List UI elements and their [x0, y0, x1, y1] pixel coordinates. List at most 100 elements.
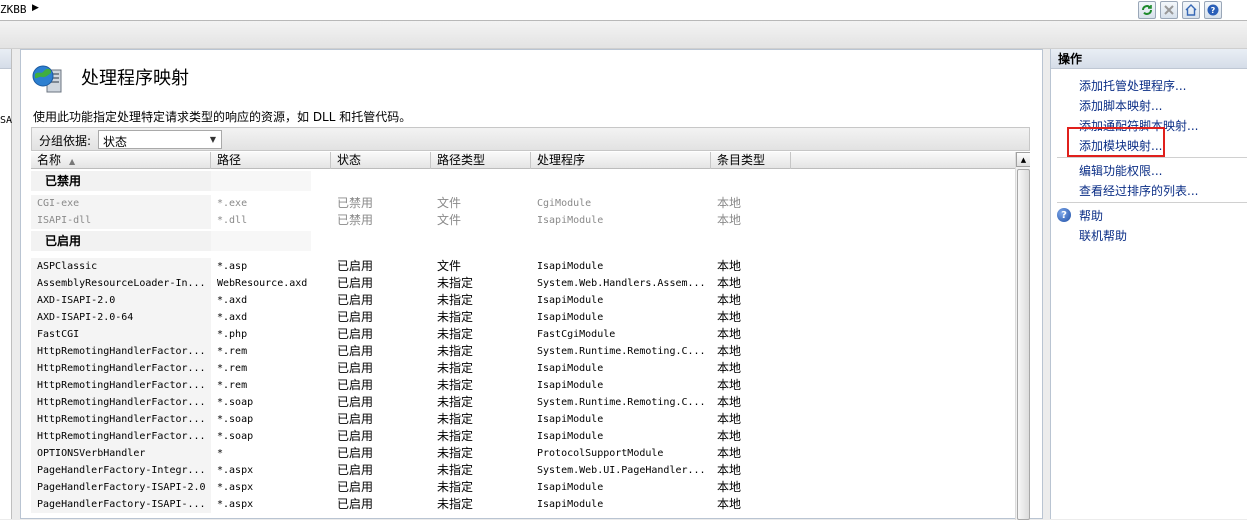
page-title: 处理程序映射 [81, 68, 189, 89]
table-cell: AssemblyResourceLoader-In... [37, 278, 206, 289]
group-header-bg [211, 231, 311, 251]
column-header-handler[interactable]: 处理程序 [531, 152, 711, 169]
table-cell: IsapiModule [537, 414, 604, 425]
table-row[interactable]: FastCGI *.php 已启用 未指定 FastCgiModule 本地 [31, 326, 1015, 343]
actions-separator [1057, 202, 1247, 203]
table-cell: CGI-exe [37, 198, 80, 209]
table-row[interactable]: ASPClassic *.asp 已启用 文件 IsapiModule 本地 [31, 258, 1015, 275]
group-header[interactable]: 已禁用 [31, 171, 1015, 191]
add-script-map-link[interactable]: 添加脚本映射... [1079, 97, 1162, 114]
help-link[interactable]: 帮助 [1079, 207, 1103, 224]
column-header-path-type[interactable]: 路径类型 [431, 152, 531, 169]
table-cell: 本地 [717, 196, 742, 210]
handler-list: 名称 ▲ 路径 状态 路径类型 处理程序 条目类型 已禁用 CGI-exe *.exe… [31, 152, 1030, 520]
table-cell: *.rem [217, 380, 248, 391]
table-cell: 本地 [717, 480, 742, 494]
add-managed-handler-link[interactable]: 添加托管处理程序... [1079, 77, 1186, 94]
table-cell: 已启用 [337, 446, 374, 460]
group-by-dropdown[interactable]: 状态 ▼ [98, 130, 222, 149]
table-cell: HttpRemotingHandlerFactor... [37, 397, 206, 408]
table-cell: IsapiModule [537, 215, 604, 226]
table-cell: 已启用 [337, 361, 374, 375]
column-header-label: 路径 [217, 153, 242, 167]
table-cell: 本地 [717, 310, 742, 324]
table-cell: 未指定 [437, 395, 474, 409]
stop-icon[interactable] [1160, 1, 1178, 19]
table-row[interactable]: HttpRemotingHandlerFactor... *.rem 已启用 未指定 I… [31, 377, 1015, 394]
table-row[interactable]: HttpRemotingHandlerFactor... *.rem 已启用 未指定 S… [31, 343, 1015, 360]
scroll-up-icon[interactable]: ▲ [1016, 152, 1030, 167]
table-row[interactable]: OPTIONSVerbHandler * 已启用 未指定 ProtocolSupport… [31, 445, 1015, 462]
table-cell: *.aspx [217, 482, 254, 493]
table-cell: 已启用 [337, 344, 374, 358]
table-cell: 未指定 [437, 310, 474, 324]
connections-pane: SA [0, 49, 12, 519]
table-cell: 已启用 [337, 327, 374, 341]
table-cell: 本地 [717, 395, 742, 409]
breadcrumb-arrow-icon[interactable]: ▶ [32, 3, 39, 13]
table-cell: 本地 [717, 463, 742, 477]
actions-pane: 操作 添加托管处理程序... 添加脚本映射... 添加通配符脚本映射... 添加… [1050, 49, 1247, 519]
table-row[interactable]: HttpRemotingHandlerFactor... *.soap 已启用 未指定… [31, 428, 1015, 445]
table-row[interactable]: CGI-exe *.exe 已禁用 文件 CgiModule 本地 [31, 195, 1015, 212]
table-row[interactable]: PageHandlerFactory-ISAPI-2.0 *.aspx 已启用 未指定… [31, 479, 1015, 496]
table-cell: FastCGI [37, 329, 80, 340]
table-row[interactable]: AssemblyResourceLoader-In... WebResource.… [31, 275, 1015, 292]
table-cell: 本地 [717, 259, 742, 273]
table-row[interactable]: AXD-ISAPI-2.0-64 *.axd 已启用 未指定 IsapiModule 本地 [31, 309, 1015, 326]
table-cell: PageHandlerFactory-Integr... [37, 465, 206, 476]
table-row[interactable]: PageHandlerFactory-ISAPI-... *.aspx 已启用 未指定… [31, 496, 1015, 513]
home-icon[interactable] [1182, 1, 1200, 19]
help-icon[interactable]: ? [1204, 1, 1222, 19]
table-cell: 已禁用 [337, 213, 374, 227]
group-header[interactable]: 已启用 [31, 231, 1015, 251]
table-cell: 已启用 [337, 276, 374, 290]
table-row[interactable]: AXD-ISAPI-2.0 *.axd 已启用 未指定 IsapiModule 本地 [31, 292, 1015, 309]
group-by-bar: 分组依据: 状态 ▼ [31, 127, 1030, 151]
column-header-state[interactable]: 状态 [331, 152, 431, 169]
highlight-box [1067, 127, 1165, 157]
table-row[interactable]: ISAPI-dll *.dll 已禁用 文件 IsapiModule 本地 [31, 212, 1015, 229]
table-cell: PageHandlerFactory-ISAPI-2.0 [37, 482, 206, 493]
table-cell: *.aspx [217, 499, 254, 510]
connections-tree-item[interactable]: SA [0, 115, 12, 126]
table-cell: 已启用 [337, 293, 374, 307]
table-cell: IsapiModule [537, 380, 604, 391]
dropdown-arrow-icon[interactable]: ▼ [206, 132, 220, 147]
table-row[interactable]: HttpRemotingHandlerFactor... *.soap 已启用 未指定… [31, 394, 1015, 411]
table-cell: 本地 [717, 446, 742, 460]
group-header-bg [211, 171, 311, 191]
table-cell: AXD-ISAPI-2.0-64 [37, 312, 134, 323]
vertical-scrollbar[interactable]: ▲ [1015, 152, 1030, 520]
view-ordered-list-link[interactable]: 查看经过排序的列表... [1079, 182, 1198, 199]
table-cell: HttpRemotingHandlerFactor... [37, 346, 206, 357]
scrollbar-thumb[interactable] [1017, 169, 1030, 520]
table-cell: 未指定 [437, 429, 474, 443]
group-by-value: 状态 [103, 135, 128, 149]
table-row[interactable]: HttpRemotingHandlerFactor... *.rem 已启用 未指定 I… [31, 360, 1015, 377]
svg-text:?: ? [1211, 6, 1216, 15]
table-row[interactable]: HttpRemotingHandlerFactor... *.soap 已启用 未指定… [31, 411, 1015, 428]
column-header-entry-type[interactable]: 条目类型 [711, 152, 791, 169]
edit-feature-permissions-link[interactable]: 编辑功能权限... [1079, 162, 1162, 179]
table-cell: 已启用 [337, 463, 374, 477]
actions-header: 操作 [1051, 49, 1247, 69]
breadcrumb[interactable]: ZKBB [0, 3, 27, 16]
column-header-name[interactable]: 名称 ▲ [31, 152, 211, 169]
table-cell: 本地 [717, 293, 742, 307]
list-rows: 已禁用 CGI-exe *.exe 已禁用 文件 CgiModule 本地 ISAPI-dll… [31, 171, 1015, 513]
refresh-icon[interactable] [1138, 1, 1156, 19]
table-cell: * [217, 448, 224, 459]
table-cell: 已启用 [337, 395, 374, 409]
column-header-label: 状态 [337, 153, 362, 167]
table-cell: WebResource.axd [217, 278, 308, 289]
online-help-link[interactable]: 联机帮助 [1079, 227, 1127, 244]
table-cell: IsapiModule [537, 482, 604, 493]
table-cell: *.axd [217, 312, 248, 323]
table-cell: 已启用 [337, 310, 374, 324]
table-row[interactable]: PageHandlerFactory-Integr... *.aspx 已启用 未指定… [31, 462, 1015, 479]
column-header-path[interactable]: 路径 [211, 152, 331, 169]
table-cell: 本地 [717, 497, 742, 511]
table-cell: IsapiModule [537, 295, 604, 306]
table-cell: 未指定 [437, 412, 474, 426]
